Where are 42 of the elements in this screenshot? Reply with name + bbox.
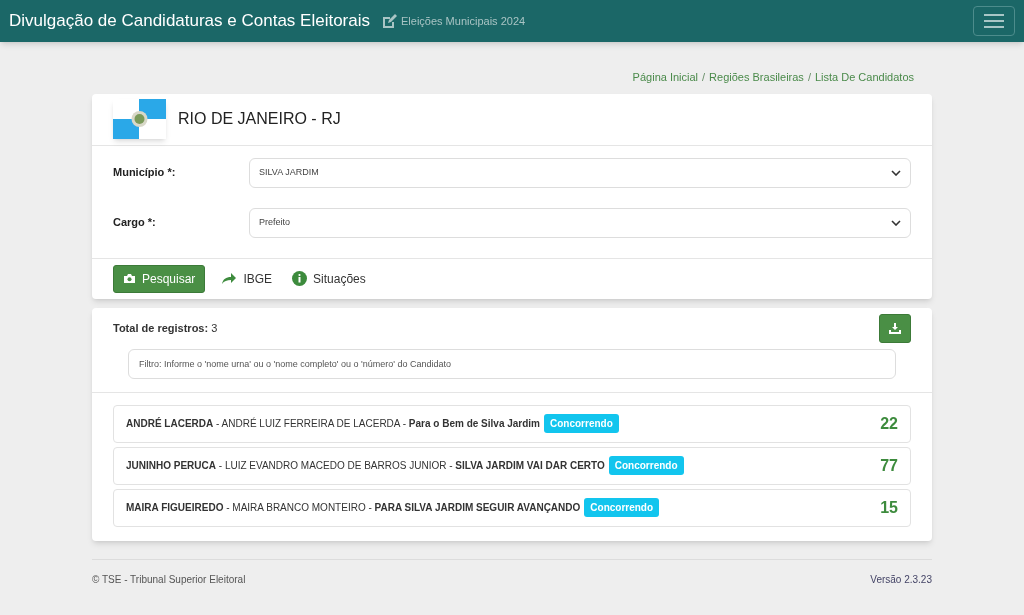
chevron-down-icon: [891, 219, 901, 226]
candidate-row[interactable]: ANDRÉ LACERDA - ANDRÉ LUIZ FERREIRA DE LACERDA - Para o Bem de Silva Jardim Concorrendo 22: [113, 404, 911, 443]
edit-icon: [382, 13, 397, 29]
candidate-info: JUNINHO PERUCA - LUIZ EVANDRO MACEDO DE BARROS JUNIOR - SILVA JARDIM VAI DAR CERTO: [126, 459, 605, 473]
chevron-down-icon: [891, 169, 901, 176]
select-field[interactable]: Prefeito: [249, 207, 911, 238]
total-records: Total de registros: 3: [113, 320, 218, 336]
download-button[interactable]: [879, 313, 911, 343]
status-badge: Concorrendo: [608, 456, 684, 475]
status-badge: Concorrendo: [584, 498, 660, 517]
camera-icon: [123, 273, 136, 284]
link-button[interactable]: Situações: [288, 264, 370, 293]
link-button[interactable]: IBGE: [217, 264, 277, 293]
breadcrumb-link[interactable]: Lista De Candidatos: [814, 69, 914, 86]
app-title: Divulgação de Candidaturas e Contas Eleitorais: [9, 10, 370, 33]
candidate-number: 77: [880, 455, 898, 476]
search-button[interactable]: Pesquisar: [113, 264, 206, 293]
field-label: Município *:: [113, 165, 177, 181]
field-label: Cargo *:: [113, 215, 157, 231]
app-subtitle: Eleições Municipais 2024: [401, 13, 526, 29]
breadcrumb-link[interactable]: Regiões Brasileiras: [709, 69, 804, 86]
download-icon: [889, 322, 901, 334]
state-name: RIO DE JANEIRO - RJ: [178, 108, 341, 129]
select-field[interactable]: SILVA JARDIM: [249, 157, 911, 188]
version-text: Versão 2.3.23: [870, 572, 932, 587]
candidate-info: ANDRÉ LACERDA - ANDRÉ LUIZ FERREIRA DE LACERDA - Para o Bem de Silva Jardim: [126, 416, 540, 431]
candidate-number: 15: [880, 497, 898, 518]
menu-icon: [984, 14, 1004, 28]
candidate-info: MAIRA FIGUEIREDO - MAIRA BRANCO MONTEIRO - PARA SILVA JARDIM SEGUIR AVANÇANDO: [126, 501, 581, 515]
breadcrumb-separator: /: [807, 70, 811, 85]
candidate-row[interactable]: JUNINHO PERUCA - LUIZ EVANDRO MACEDO DE BARROS JUNIOR - SILVA JARDIM VAI DAR CERTO Concorrendo 77: [113, 446, 911, 485]
info-icon: [292, 271, 308, 286]
footer-copyright: © TSE - Tribunal Superior Eleitoral: [92, 572, 246, 587]
menu-button[interactable]: [973, 6, 1015, 36]
breadcrumb-separator: /: [702, 70, 706, 85]
share-arrow-icon: [221, 272, 238, 285]
filter-field[interactable]: Filtro: Informe o 'nome urna' ou o 'nome completo' ou o 'número' do Candidato: [128, 348, 896, 379]
breadcrumb-link[interactable]: Página Inicial: [632, 69, 699, 86]
candidate-number: 22: [880, 413, 898, 434]
status-badge: Concorrendo: [544, 414, 619, 433]
flag-icon: [113, 98, 166, 139]
candidate-row[interactable]: MAIRA FIGUEIREDO - MAIRA BRANCO MONTEIRO - PARA SILVA JARDIM SEGUIR AVANÇANDO Concorrendo 15: [113, 488, 911, 527]
